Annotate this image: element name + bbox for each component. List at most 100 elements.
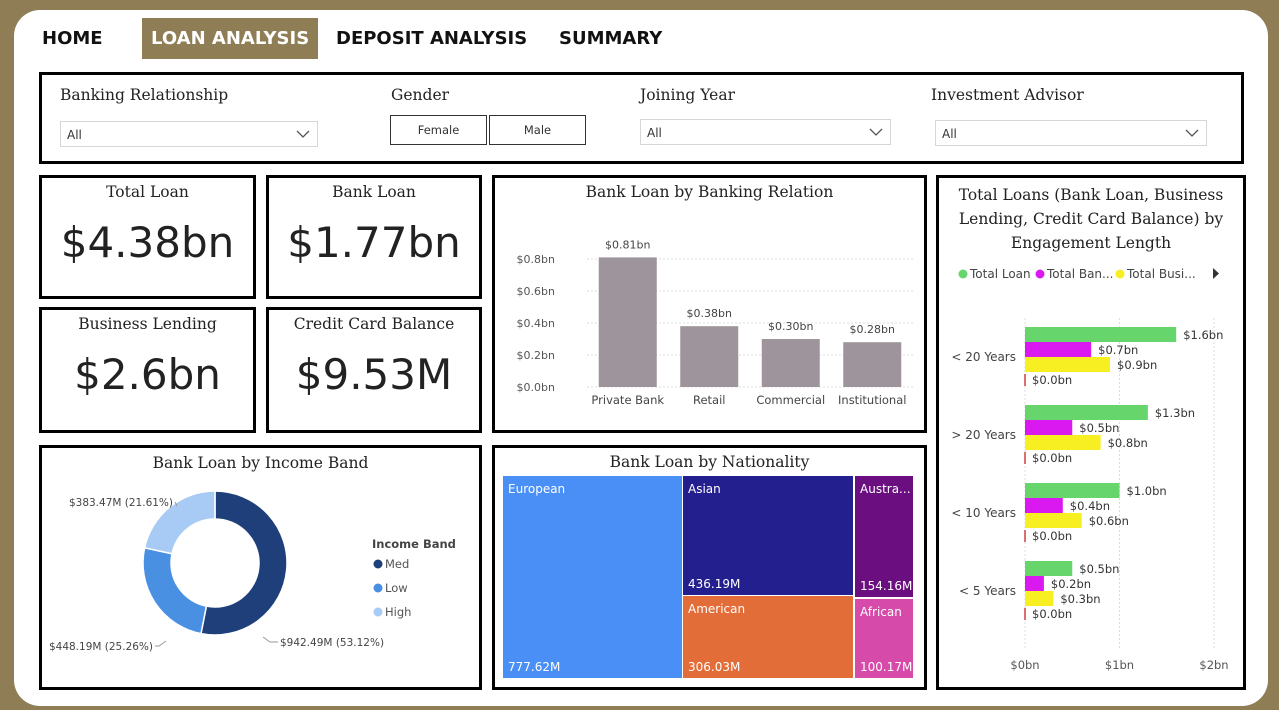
y-tick-label: $0.2bn xyxy=(517,349,555,362)
nav-summary[interactable]: SUMMARY xyxy=(550,18,671,59)
leader-line xyxy=(262,636,278,643)
investment-advisor-dropdown[interactable]: All xyxy=(935,120,1207,146)
bar xyxy=(1025,420,1073,435)
filter-label-investment-advisor: Investment Advisor xyxy=(931,86,1084,104)
bar xyxy=(1025,513,1082,528)
hbar-chart-engagement-length: Total Loans (Bank Loan, Business Lending… xyxy=(936,175,1246,690)
gender-male-toggle[interactable]: Male xyxy=(489,115,586,145)
bar-data-label: $0.9bn xyxy=(1117,358,1157,372)
y-tick-label: $0.6bn xyxy=(517,285,555,298)
bar-chart-banking-relation: Bank Loan by Banking Relation $0.0bn $0.2… xyxy=(492,175,927,433)
bar xyxy=(598,257,657,387)
kpi-title: Bank Loan xyxy=(332,183,416,201)
tile-value: 777.62M xyxy=(508,660,561,674)
bar xyxy=(1025,561,1073,576)
bar xyxy=(1025,405,1148,420)
bar-data-label: $0.5bn xyxy=(1079,421,1119,435)
tile-name: European xyxy=(508,482,566,496)
bar-data-label: $0.30bn xyxy=(768,320,813,333)
filter-label-joining-year: Joining Year xyxy=(640,86,735,104)
bar-data-label: $0.3bn xyxy=(1060,592,1100,606)
bar-data-label: $0.81bn xyxy=(605,238,650,251)
tile-value: 100.17M xyxy=(860,660,913,674)
bar-chart-svg: $0.0bn $0.2bn $0.4bn $0.6bn $0.8bn $0.81bn Pri… xyxy=(517,238,913,407)
treemap-tile-american[interactable]: American 306.03M xyxy=(683,596,853,678)
x-tick-label: Private Bank xyxy=(591,393,664,407)
bar-data-label: $0.6bn xyxy=(1089,514,1129,528)
legend-label: Total Ban... xyxy=(1046,267,1113,281)
legend-marker xyxy=(958,269,968,279)
chart-title: Bank Loan by Nationality xyxy=(609,453,810,471)
y-tick-label: < 5 Years xyxy=(959,584,1016,598)
bar xyxy=(1025,576,1044,591)
filter-label-banking-relationship: Banking Relationship xyxy=(60,86,229,104)
legend-label: High xyxy=(385,605,411,619)
leader-line xyxy=(155,640,167,647)
banking-relationship-dropdown[interactable]: All xyxy=(60,121,318,147)
treemap-tile-african[interactable]: African 100.17M xyxy=(855,599,913,678)
legend-marker xyxy=(373,607,383,617)
legend-label: Total Loan xyxy=(969,267,1031,281)
bar xyxy=(1025,498,1063,513)
legend-marker xyxy=(1115,269,1125,279)
bar xyxy=(761,339,820,387)
slice-data-label: $383.47M (21.61%) xyxy=(69,497,173,509)
legend-label: Total Busi... xyxy=(1126,267,1196,281)
bar-data-label: $0.0bn xyxy=(1032,451,1072,465)
bar-data-label: $0.4bn xyxy=(1070,499,1110,513)
bar-data-label: $0.0bn xyxy=(1032,607,1072,621)
x-tick-label: Institutional xyxy=(838,393,906,407)
x-tick-label: $0bn xyxy=(1010,658,1039,672)
kpi-business-lending: Business Lending $2.6bn xyxy=(39,307,256,433)
kpi-title: Business Lending xyxy=(78,315,217,333)
caret-right-icon xyxy=(1213,268,1219,279)
gender-female-toggle[interactable]: Female xyxy=(390,115,487,145)
chevron-down-icon xyxy=(1185,129,1199,137)
tile-name: Austra... xyxy=(860,482,911,496)
bar xyxy=(680,326,739,387)
kpi-value: $2.6bn xyxy=(74,350,221,399)
bar xyxy=(1025,591,1054,606)
legend-marker xyxy=(373,559,383,569)
tile-value: 306.03M xyxy=(688,660,741,674)
bar-data-label: $0.0bn xyxy=(1032,373,1072,387)
hbar-chart-svg: Total Loan Total Ban... Total Busi... $0bn $… xyxy=(951,267,1228,672)
x-tick-label: Commercial xyxy=(756,393,825,407)
legend-title: Income Band xyxy=(372,537,456,551)
tile-name: African xyxy=(860,605,902,619)
kpi-bank-loan: Bank Loan $1.77bn xyxy=(266,175,482,299)
kpi-title: Total Loan xyxy=(106,183,189,201)
kpi-value: $4.38bn xyxy=(60,218,235,267)
bar-data-label: $0.7bn xyxy=(1098,343,1138,357)
treemap-tile-asian[interactable]: Asian 436.19M xyxy=(683,476,853,595)
slice-data-label: $942.49M (53.12%) xyxy=(280,637,384,649)
bar-data-label: $1.6bn xyxy=(1183,328,1223,342)
donut-chart-svg: $942.49M (53.12%) $448.19M (25.26%) $383.4… xyxy=(49,490,456,653)
legend-label: Med xyxy=(385,557,409,571)
y-tick-label: > 20 Years xyxy=(951,428,1016,442)
dropdown-value: All xyxy=(942,127,957,141)
kpi-credit-card-balance: Credit Card Balance $9.53M xyxy=(266,307,482,433)
legend-marker xyxy=(1035,269,1045,279)
kpi-value: $9.53M xyxy=(295,350,453,399)
bar-data-label: $0.8bn xyxy=(1108,436,1148,450)
nav-deposit-analysis[interactable]: DEPOSIT ANALYSIS xyxy=(327,18,536,59)
bar-data-label: $0.0bn xyxy=(1032,529,1072,543)
bar-data-label: $0.28bn xyxy=(850,323,895,336)
bar xyxy=(1025,327,1177,342)
joining-year-dropdown[interactable]: All xyxy=(640,119,891,145)
bar xyxy=(1025,342,1092,357)
treemap-tile-australian[interactable]: Austra... 154.16M xyxy=(855,476,913,597)
nav-loan-analysis[interactable]: LOAN ANALYSIS xyxy=(142,18,319,59)
nav-home[interactable]: HOME xyxy=(33,18,112,59)
y-tick-label: $0.0bn xyxy=(517,381,555,394)
bar xyxy=(1025,435,1101,450)
bar xyxy=(1025,357,1111,372)
treemap-tile-european[interactable]: European 777.62M xyxy=(503,476,682,678)
dropdown-value: All xyxy=(647,126,662,140)
kpi-value: $1.77bn xyxy=(287,218,461,267)
tile-value: 154.16M xyxy=(860,579,913,593)
tile-name: American xyxy=(688,602,746,616)
kpi-title: Credit Card Balance xyxy=(293,315,455,333)
x-tick-label: $1bn xyxy=(1105,658,1134,672)
